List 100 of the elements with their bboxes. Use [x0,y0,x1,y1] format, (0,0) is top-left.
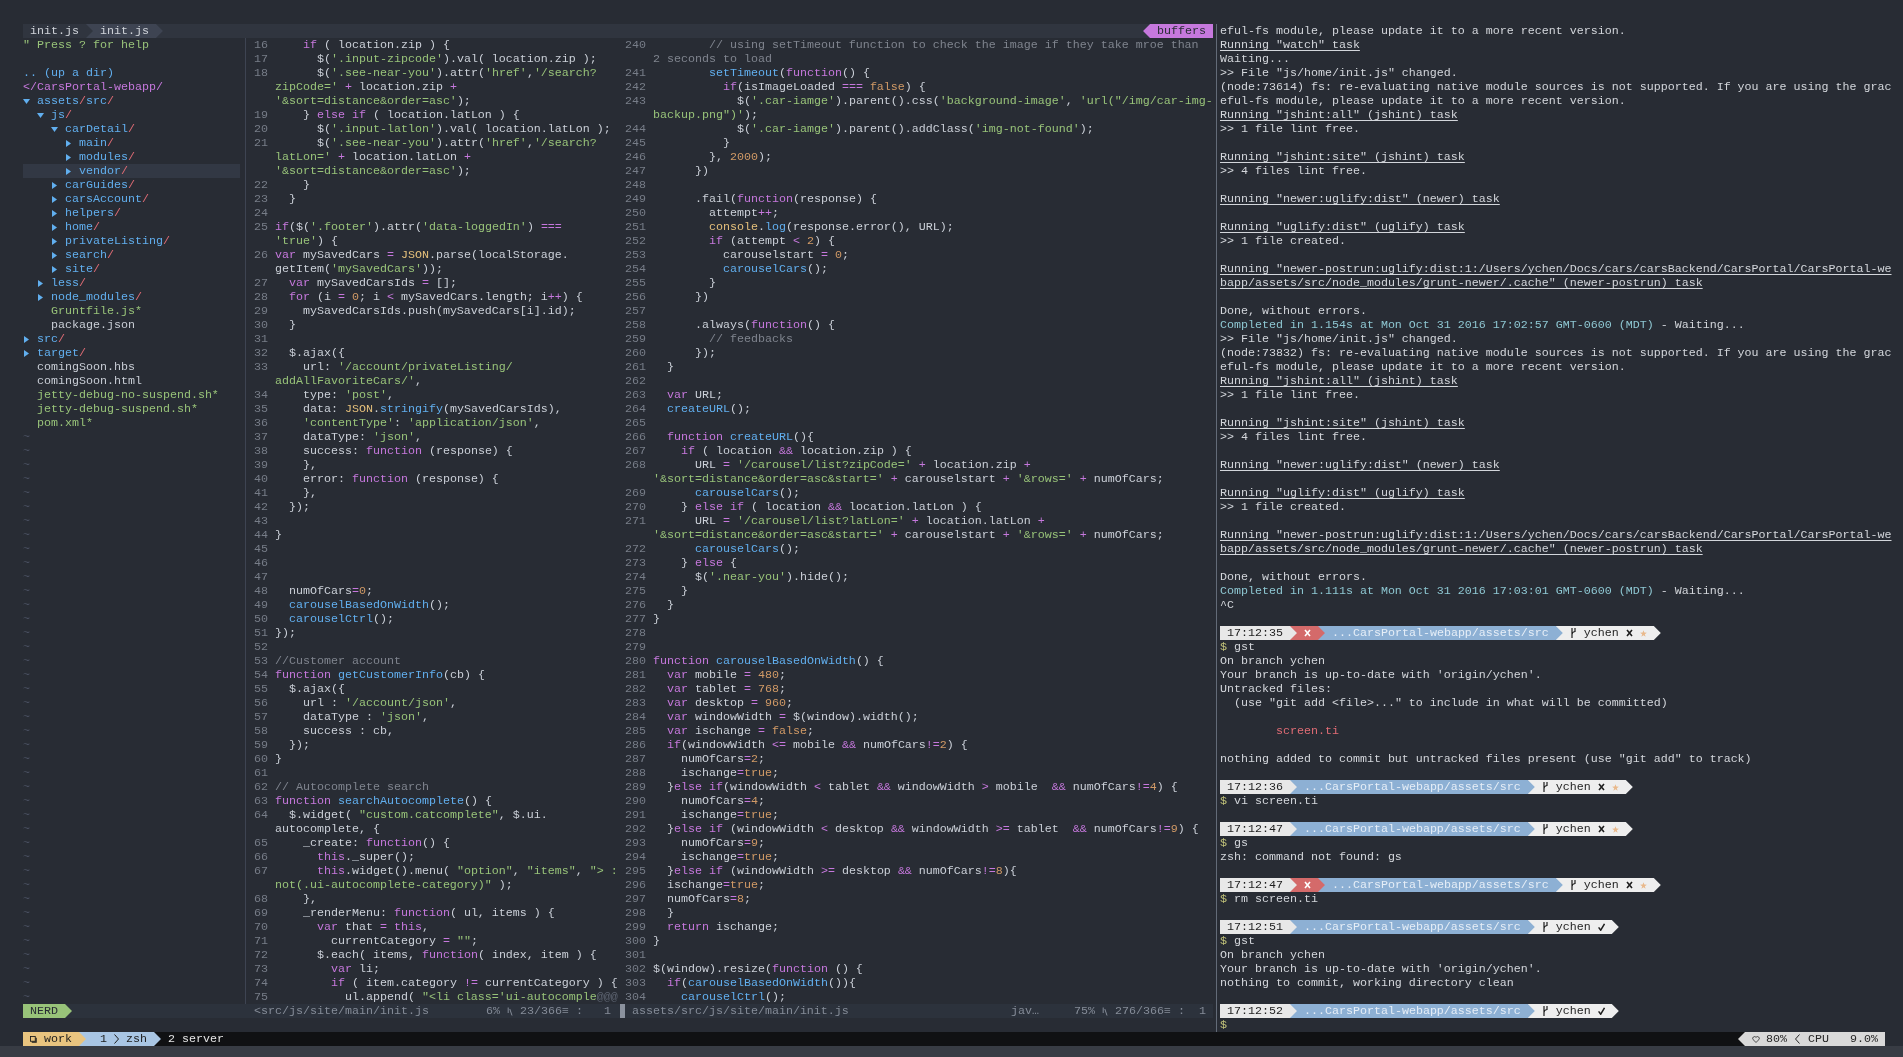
scroll-percent: 75% [1074,1004,1096,1018]
buffer-tab[interactable]: init.js [85,24,163,38]
terminal-line: Running "jshint:all" (jshint) task [1220,374,1458,388]
tree-item[interactable]: assets/src/ [23,94,240,108]
line-number: 295 [625,864,646,878]
tree-item[interactable]: main/ [23,136,240,150]
terminal-line: eful-fs module, please update it to a more recent version. [1220,24,1626,38]
tree-item[interactable]: carDetail/ [23,122,240,136]
tree-item[interactable]: jetty-debug-no-suspend.sh* [23,388,240,402]
root-path: </CarsPortal-webapp/ [23,80,163,94]
terminal-line: $ gst [1220,640,1255,654]
terminal-line: bapp/assets/src/node_modules/grunt-newer/.cache" (newer-postrun) task [1220,276,1703,290]
code-line: .always(function() { [695,318,835,332]
code-line: success : cb, [303,724,394,738]
code-line: carouselCtrl(); [289,612,394,626]
line-number: 271 [625,514,646,528]
tree-item[interactable]: privateListing/ [23,234,240,248]
line-number: 255 [625,276,646,290]
line-number: 268 [625,458,646,472]
window-tab[interactable]: 1 zsh [79,1032,161,1046]
tree-item[interactable]: search/ [23,248,240,262]
tree-item[interactable]: target/ [23,346,240,360]
line-number: 269 [625,486,646,500]
line-number-icon [1102,1006,1109,1016]
code-line: _create: function() { [303,836,450,850]
line-number: 283 [625,696,646,710]
tree-item[interactable]: js/ [23,108,240,122]
line-number: 44 [254,528,268,542]
line-number: 46 [254,556,268,570]
code-line: var that = this, [317,920,429,934]
terminal-line: $ gs [1220,836,1248,850]
code-line: if(windowWidth <= mobile && numOfCars!=2) { [667,738,968,752]
cpu-value: 9.0% [1850,1032,1878,1046]
tree-item[interactable]: site/ [23,262,240,276]
line-number: 266 [625,430,646,444]
tree-item[interactable]: carsAccount/ [23,192,240,206]
session-icon [30,1035,37,1043]
line-number: 260 [625,346,646,360]
tree-item[interactable]: src/ [23,332,240,346]
code-line: _renderMenu: function( ul, items ) { [303,906,555,920]
terminal-line: >> File "js/home/init.js" changed. [1220,66,1458,80]
line-number: 285 [625,724,646,738]
code-line: $.each( items, function( index, item ) { [317,948,597,962]
tree-item[interactable]: package.json [23,318,240,332]
code-line: function getCustomerInfo(cb) { [275,668,485,682]
empty-line-marker: ~ [23,458,30,472]
window-tab[interactable]: 2 server [161,1032,231,1046]
tree-item[interactable]: comingSoon.hbs [23,360,240,374]
tree-item[interactable]: less/ [23,276,240,290]
terminal-line: Your branch is up-to-date with 'origin/ychen'. [1220,962,1542,976]
code-line: getItem('mySavedCars')); [275,262,443,276]
heart-value: 80% [1766,1032,1787,1046]
mode-label: NERD [23,1004,72,1018]
line-number: 47 [254,570,268,584]
tree-item[interactable]: vendor/ [23,164,240,178]
line-number: 303 [625,976,646,990]
prompt-time: 17:12:36 [1220,780,1297,794]
file-path: <src/js/site/main/init.js [254,1004,429,1018]
line-number: 304 [625,990,646,1004]
tree-item[interactable]: node_modules/ [23,290,240,304]
tree-item[interactable]: pom.xml* [23,416,240,430]
line-number: 41 [254,486,268,500]
empty-line-marker: ~ [23,822,30,836]
tree-item[interactable]: helpers/ [23,206,240,220]
line-number: 42 [254,500,268,514]
heart-icon [1752,1035,1760,1043]
line-number: 281 [625,668,646,682]
terminal-line: bapp/assets/src/node_modules/grunt-newer/.cache" (newer-postrun) task [1220,542,1703,556]
tree-item[interactable]: carGuides/ [23,178,240,192]
tree-item[interactable]: home/ [23,220,240,234]
tree-item[interactable]: comingSoon.html [23,374,240,388]
prompt-time: 17:12:35 [1220,626,1297,640]
code-line: }, [303,458,317,472]
empty-line-marker: ~ [23,640,30,654]
parent-dir-link[interactable]: .. (up a dir) [23,66,114,80]
code-line: $.ajax({ [289,346,345,360]
tree-item[interactable]: Gruntfile.js* [23,304,240,318]
tree-item[interactable]: modules/ [23,150,240,164]
code-line: }else if(windowWidth < tablet && windowWidth > mobile && numOfCars!=4) { [667,780,1178,794]
line-number: 24 [254,206,268,220]
code-line: for (i = 0; i < mySavedCars.length; i++) { [289,290,583,304]
line-number: 64 [254,808,268,822]
code-line: }) [695,164,709,178]
tree-item[interactable]: jetty-debug-suspend.sh* [23,402,240,416]
code-line: numOfCars=0; [289,584,373,598]
code-line: } else if ( location && location.latLon ) { [681,500,982,514]
line-number: 45 [254,542,268,556]
buffer-tab[interactable]: init.js [23,24,86,38]
code-line: } [667,598,674,612]
code-line: autocomplete, { [275,822,380,836]
code-line: mySavedCarsIds.push(mySavedCars[i].id); [303,304,576,318]
code-line: }, 2000); [708,150,772,164]
line-number: 22 [254,178,268,192]
code-line: this.widget().menu( "option", "items", "> : [317,864,618,878]
line-number: 73 [254,962,268,976]
code-line: zipCode=' + location.zip + [275,80,457,94]
empty-line-marker: ~ [23,808,30,822]
empty-line-marker: ~ [23,794,30,808]
branch-icon [1569,880,1577,890]
terminal-line: (node:73832) fs: re-evaluating native module sources is not supported. If you are using the grac [1220,346,1892,360]
